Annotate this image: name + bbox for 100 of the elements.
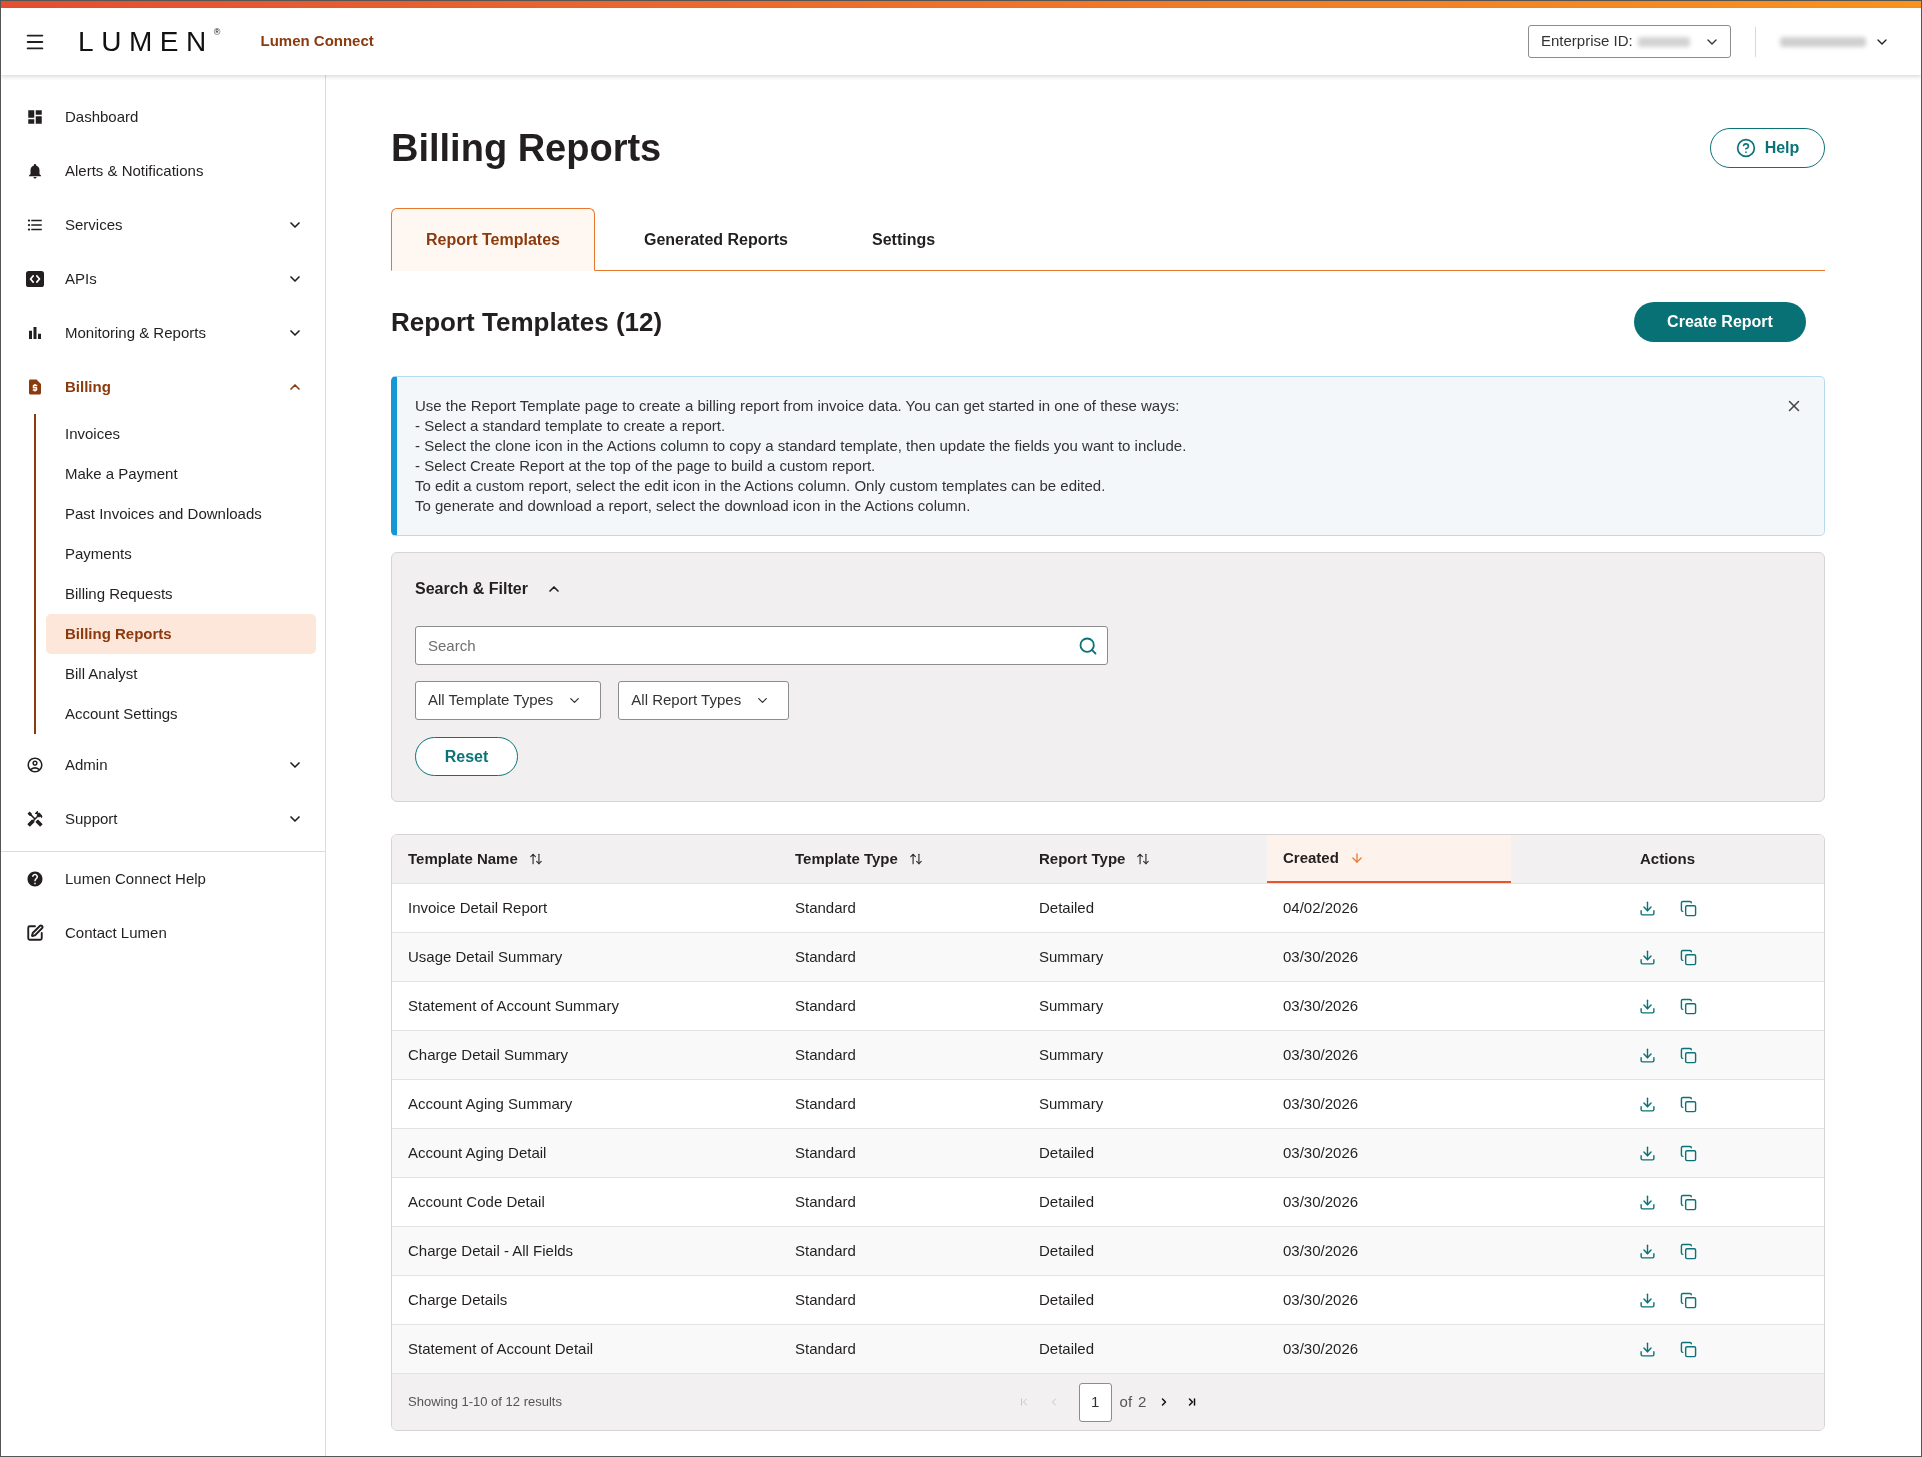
blurred-id <box>1637 36 1690 47</box>
copy-icon[interactable] <box>1679 899 1697 917</box>
column-header[interactable]: Created <box>1267 835 1511 883</box>
table-cell-text: 03/30/2026 <box>1283 1044 1359 1065</box>
copy-icon[interactable] <box>1679 1291 1697 1309</box>
table-cell-text: Standard <box>795 1191 856 1212</box>
table-cell-text: Standard <box>795 1142 856 1163</box>
enterprise-dropdown[interactable]: Enterprise ID: <box>1528 25 1731 58</box>
table-cell-text: Usage Detail Summary <box>408 946 563 967</box>
table-cell-text: 03/30/2026 <box>1283 1240 1359 1261</box>
table-cell-text: Account Aging Summary <box>408 1093 573 1114</box>
sidebar-link[interactable]: Contact Lumen <box>1 906 325 960</box>
help-icon <box>26 870 44 888</box>
sidebar-item[interactable]: Services <box>1 198 325 252</box>
table-cell-text: 03/30/2026 <box>1283 946 1359 967</box>
code-icon <box>26 270 44 288</box>
tools-icon <box>26 810 44 828</box>
reset-button[interactable]: Reset <box>415 737 518 776</box>
copy-icon[interactable] <box>1679 1340 1697 1358</box>
sidebar-subitem[interactable]: Invoices <box>46 414 316 454</box>
copy-icon[interactable] <box>1679 1095 1697 1113</box>
sidebar-item[interactable]: Support <box>1 792 325 846</box>
table-cell-text: Account Code Detail <box>408 1191 545 1212</box>
filter-dropdown[interactable]: All Template Types <box>415 681 602 720</box>
sidebar-link[interactable]: Lumen Connect Help <box>1 852 325 906</box>
table-cell-text: Charge Detail Summary <box>408 1044 569 1065</box>
column-header[interactable]: Template Type <box>779 835 1023 883</box>
download-icon[interactable] <box>1638 948 1656 966</box>
page-number-field[interactable]: 1 <box>1078 1382 1112 1422</box>
download-icon[interactable] <box>1638 997 1656 1015</box>
sidebar-subitem[interactable]: Account Settings <box>46 694 316 734</box>
section-title: Report Templates (12) <box>391 305 663 339</box>
table-cell-text: Summary <box>1039 1044 1104 1065</box>
sidebar-item[interactable]: Admin <box>1 738 325 792</box>
tab[interactable]: Report Templates <box>391 208 595 271</box>
bar-chart-icon <box>26 324 44 342</box>
table-cell-text: Detailed <box>1039 1142 1095 1163</box>
copy-icon[interactable] <box>1679 1046 1697 1064</box>
table-cell-text: Standard <box>795 1240 856 1261</box>
app-name: Lumen Connect <box>260 31 374 52</box>
total-pages: 2 <box>1138 1391 1147 1412</box>
sidebar-subitem[interactable]: Past Invoices and Downloads <box>46 494 316 534</box>
tab[interactable]: Generated Reports <box>608 208 823 271</box>
download-icon[interactable] <box>1638 1291 1656 1309</box>
filter-toggle[interactable]: Search & Filter <box>415 578 562 600</box>
table-cell-text: Summary <box>1039 946 1104 967</box>
table-cell-text: Summary <box>1039 995 1104 1016</box>
column-header: Actions <box>1639 848 1696 869</box>
download-icon[interactable] <box>1638 1144 1656 1162</box>
sort-arrows-icon <box>528 852 543 866</box>
table-cell-text: Standard <box>795 1044 856 1065</box>
create-report-button[interactable]: Create Report <box>1634 302 1806 342</box>
download-icon[interactable] <box>1638 1095 1656 1113</box>
results-summary: Showing 1-10 of 12 results <box>407 1393 563 1412</box>
column-header[interactable]: Template Name <box>392 835 779 883</box>
download-icon[interactable] <box>1638 899 1656 917</box>
info-text: - Select a standard template to create a report. <box>415 416 727 436</box>
column-header[interactable]: Report Type <box>1023 835 1267 883</box>
edit-square-icon <box>26 924 44 942</box>
brand-logo: LUMEN® <box>78 26 221 57</box>
sidebar-subitem[interactable]: Bill Analyst <box>46 654 316 694</box>
sidebar-subitem[interactable]: Billing Reports <box>46 614 316 654</box>
page-of-label: of <box>1119 1391 1133 1412</box>
download-icon[interactable] <box>1638 1242 1656 1260</box>
copy-icon[interactable] <box>1679 1193 1697 1211</box>
sidebar-item[interactable]: Dashboard <box>1 90 325 144</box>
sidebar-item[interactable]: Alerts & Notifications <box>1 144 325 198</box>
table-cell-text: 04/02/2026 <box>1283 897 1359 918</box>
sidebar-subitem[interactable]: Make a Payment <box>46 454 316 494</box>
copy-icon[interactable] <box>1679 997 1697 1015</box>
sidebar-item[interactable]: APIs <box>1 252 325 306</box>
dollar-document-icon <box>26 378 44 396</box>
tab[interactable]: Settings <box>837 208 971 271</box>
copy-icon[interactable] <box>1679 1144 1697 1162</box>
table-cell-text: Detailed <box>1039 1240 1095 1261</box>
table-cell-text: Standard <box>795 946 856 967</box>
table-cell-text: Standard <box>795 1289 856 1310</box>
table-cell-text: Standard <box>795 1093 856 1114</box>
search-field[interactable]: Search <box>415 626 1108 665</box>
info-text: To generate and download a report, select the download icon in the Actions column. <box>415 496 972 516</box>
info-text: - Select the clone icon in the Actions column to copy a standard template, then update the fields you want to include. <box>415 436 1188 456</box>
table-cell-text: 03/30/2026 <box>1283 1191 1359 1212</box>
bell-icon <box>26 162 44 180</box>
copy-icon[interactable] <box>1679 1242 1697 1260</box>
download-icon[interactable] <box>1638 1193 1656 1211</box>
filter-dropdown[interactable]: All Report Types <box>618 681 790 720</box>
search-icon[interactable] <box>1078 636 1098 656</box>
table-cell-text: Account Aging Detail <box>408 1142 547 1163</box>
help-icon <box>1735 138 1756 158</box>
download-icon[interactable] <box>1638 1340 1656 1358</box>
table-cell-text: Detailed <box>1039 897 1095 918</box>
table-cell-text: Invoice Detail Report <box>408 897 548 918</box>
sidebar-subitem[interactable]: Payments <box>46 534 316 574</box>
sidebar-subitem[interactable]: Billing Requests <box>46 574 316 614</box>
download-icon[interactable] <box>1638 1046 1656 1064</box>
table-cell-text: Charge Detail - All Fields <box>408 1240 574 1261</box>
sidebar-item[interactable]: Monitoring & Reports <box>1 306 325 360</box>
copy-icon[interactable] <box>1679 948 1697 966</box>
sidebar-item[interactable]: Billing <box>1 360 325 414</box>
table-cell-text: Detailed <box>1039 1191 1095 1212</box>
